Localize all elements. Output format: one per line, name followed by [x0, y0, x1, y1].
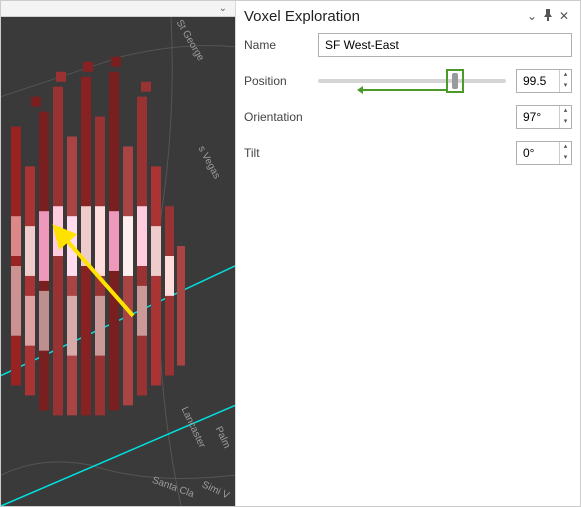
spinner-up-icon[interactable]: ▴ — [560, 142, 571, 153]
spinner-down-icon[interactable]: ▾ — [560, 153, 571, 164]
scene-header: ⌄ — [1, 1, 235, 17]
orientation-label: Orientation — [244, 110, 318, 124]
spinner-down-icon[interactable]: ▾ — [560, 81, 571, 92]
scene-view[interactable]: ⌄ — [1, 1, 235, 506]
tilt-spinner[interactable]: 0° ▴ ▾ — [516, 141, 572, 165]
voxel-exploration-panel: Voxel Exploration ⌄ ✕ Name Position 99.5 — [235, 1, 580, 506]
position-spinner[interactable]: 99.5 ▴ ▾ — [516, 69, 572, 93]
panel-title: Voxel Exploration — [244, 8, 524, 25]
chevron-down-icon[interactable]: ⌄ — [524, 9, 540, 23]
orientation-value: 97° — [523, 110, 541, 124]
position-value: 99.5 — [523, 74, 546, 88]
slider-direction-arrow-icon — [359, 89, 445, 91]
orientation-spinner[interactable]: 97° ▴ ▾ — [516, 105, 572, 129]
tilt-label: Tilt — [244, 146, 318, 160]
chevron-down-icon[interactable]: ⌄ — [219, 3, 227, 14]
pin-icon[interactable] — [540, 9, 556, 24]
spinner-down-icon[interactable]: ▾ — [560, 117, 571, 128]
close-icon[interactable]: ✕ — [556, 9, 572, 23]
position-label: Position — [244, 74, 318, 88]
position-slider[interactable] — [318, 79, 506, 83]
position-slider-thumb[interactable] — [452, 73, 458, 89]
name-input[interactable] — [318, 33, 572, 57]
spinner-up-icon[interactable]: ▴ — [560, 70, 571, 81]
tilt-value: 0° — [523, 146, 534, 160]
spinner-up-icon[interactable]: ▴ — [560, 106, 571, 117]
name-label: Name — [244, 38, 318, 52]
voxel-3d-view[interactable]: St George s Vegas Lancaster Palm Santa C… — [1, 17, 235, 506]
